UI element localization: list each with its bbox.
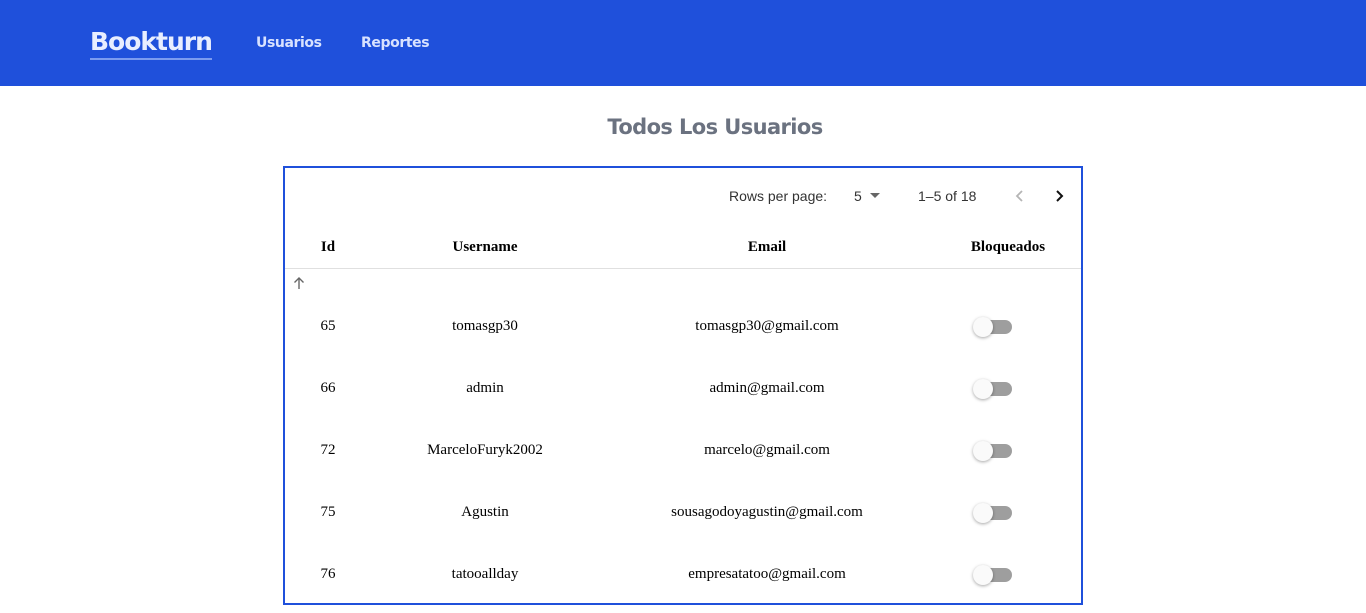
cell-id: 65 [320,318,336,334]
users-table: Rows per page: 5 1–5 of 18 Id Username E… [283,166,1083,605]
cell-username: Agustin [461,504,509,520]
cell-username: MarceloFuryk2002 [427,442,543,458]
column-header-email[interactable]: Email [748,238,786,256]
brand-logo[interactable]: Bookturn [90,26,213,60]
cell-email: admin@gmail.com [709,380,825,396]
toggle-thumb [973,503,993,523]
table-row: 65 tomasgp30 tomasgp30@gmail.com [285,306,1081,346]
table-header-row: Id Username Email Bloqueados [285,228,1081,269]
table-pagination: Rows per page: 5 1–5 of 18 [285,186,1081,206]
previous-page-button[interactable] [1010,186,1030,206]
page-title: Todos Los Usuarios [607,115,823,139]
cell-email: empresatatoo@gmail.com [688,566,846,582]
column-header-bloqueados[interactable]: Bloqueados [971,238,1045,256]
cell-id: 75 [320,504,336,520]
cell-email: marcelo@gmail.com [704,442,830,458]
rows-per-page-label: Rows per page: [729,188,828,204]
cell-email: sousagodoyagustin@gmail.com [671,504,863,520]
table-row: 76 tatooallday empresatatoo@gmail.com [285,554,1081,594]
blocked-toggle[interactable] [973,501,1013,523]
table-row: 75 Agustin sousagodoyagustin@gmail.com [285,492,1081,532]
blocked-toggle[interactable] [973,377,1013,399]
cell-id: 76 [320,566,336,582]
arrow-up-icon[interactable] [292,276,306,290]
table-row: 66 admin admin@gmail.com [285,368,1081,408]
nav-link-reportes[interactable]: Reportes [361,34,430,52]
next-page-button[interactable] [1049,186,1069,206]
rows-per-page-select[interactable]: 5 [854,187,880,205]
toggle-thumb [973,441,993,461]
cell-email: tomasgp30@gmail.com [695,318,839,334]
toggle-thumb [973,379,993,399]
table-row: 72 MarceloFuryk2002 marcelo@gmail.com [285,430,1081,470]
blocked-toggle[interactable] [973,439,1013,461]
chevron-left-icon [1015,190,1023,202]
column-header-username[interactable]: Username [453,238,518,256]
column-header-id[interactable]: Id [321,238,335,256]
caret-down-icon [869,192,880,198]
cell-username: tomasgp30 [452,318,518,334]
cell-username: tatooallday [451,566,519,582]
rows-per-page-value: 5 [854,188,862,204]
blocked-toggle[interactable] [973,563,1013,585]
cell-username: admin [466,380,504,396]
pagination-range: 1–5 of 18 [918,188,977,204]
toggle-thumb [973,565,993,585]
cell-id: 66 [320,380,336,396]
nav-link-usuarios[interactable]: Usuarios [256,34,322,52]
cell-id: 72 [320,442,336,458]
chevron-right-icon [1056,190,1064,202]
blocked-toggle[interactable] [973,315,1013,337]
toggle-thumb [973,317,993,337]
top-navbar: Bookturn Usuarios Reportes [0,0,1366,86]
